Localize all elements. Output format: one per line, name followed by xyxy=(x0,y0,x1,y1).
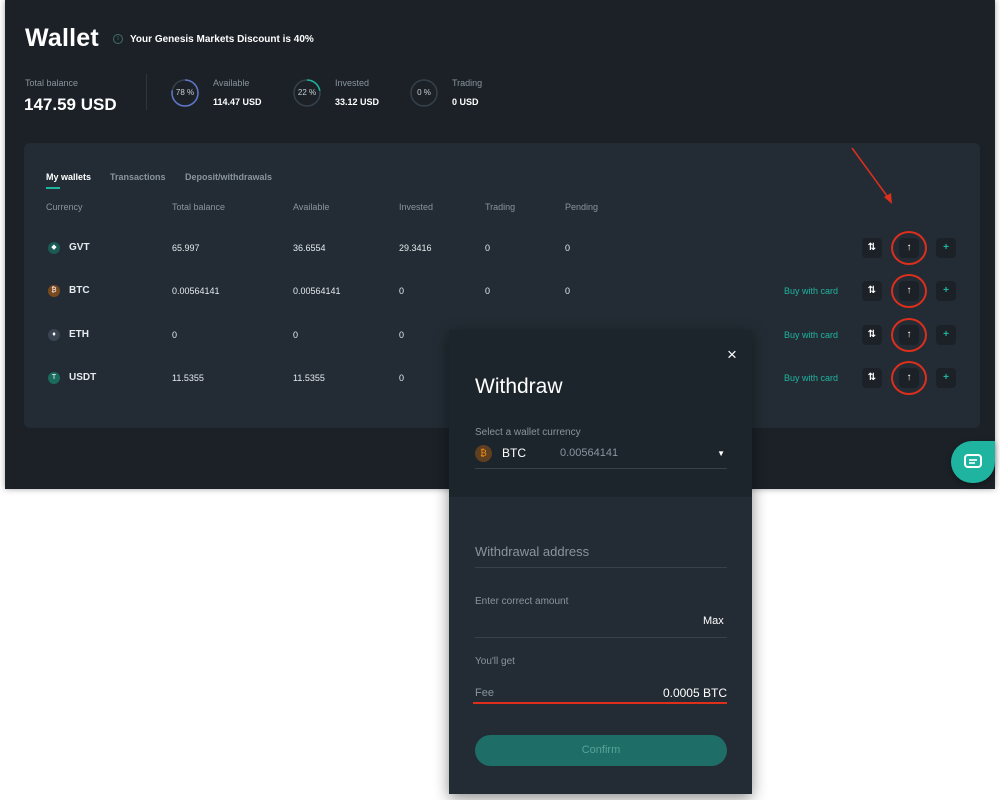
add-funds-button[interactable]: + xyxy=(936,368,956,388)
transfer-icon[interactable]: ⇅ xyxy=(862,325,882,345)
chat-button[interactable] xyxy=(951,441,995,483)
page-title: Wallet xyxy=(25,24,99,52)
withdraw-button[interactable]: ↑ xyxy=(899,325,919,345)
selected-currency: BTC xyxy=(502,446,526,460)
buy-with-card-link[interactable]: Buy with card xyxy=(784,276,838,306)
wallet-invested-cell: 0 xyxy=(399,330,405,340)
wallet-total-cell: 65.997 xyxy=(172,243,200,253)
stat-available-percent: 78 % xyxy=(175,88,195,97)
wallet-currency-select[interactable]: ₿ BTC 0.00564141 ▼ xyxy=(475,443,727,469)
withdrawal-address-input[interactable]: Withdrawal address xyxy=(475,544,589,559)
gvt-icon: ◆ xyxy=(48,242,60,254)
address-input-underline xyxy=(475,567,727,568)
wallet-row-btc: ₿ BTC 0.00564141 0.00564141 0 0 0 Buy with card… xyxy=(24,274,980,308)
column-header-total-balance: Total balance xyxy=(172,202,226,212)
amount-label: Enter correct amount xyxy=(475,596,569,607)
wallet-invested-cell: 29.3416 xyxy=(399,243,432,253)
wallet-available-cell: 0 xyxy=(293,330,299,340)
column-header-available: Available xyxy=(293,202,330,212)
transfer-icon[interactable]: ⇅ xyxy=(862,281,882,301)
wallet-currency-name: USDT xyxy=(69,372,97,383)
add-funds-button[interactable]: + xyxy=(936,281,956,301)
wallet-total-cell: 0 xyxy=(172,330,178,340)
stat-invested-value: 33.12 USD xyxy=(335,97,380,107)
wallet-available-cell: 11.5355 xyxy=(293,373,325,383)
tab-deposit-withdrawals[interactable]: Deposit/withdrawals xyxy=(185,172,272,182)
wallet-row-gvt: ◆ GVT 65.997 36.6554 29.3416 0 0 ⇅ ↑ + xyxy=(24,231,980,265)
close-icon[interactable]: × xyxy=(725,346,739,363)
confirm-button[interactable]: Confirm xyxy=(475,735,727,766)
wallet-invested-cell: 0 xyxy=(399,286,405,296)
wallet-currency-label: Select a wallet currency xyxy=(475,427,581,438)
wallet-pending-cell: 0 xyxy=(565,243,571,253)
tab-my-wallets[interactable]: My wallets xyxy=(46,172,91,182)
bitcoin-icon: ₿ xyxy=(475,445,492,462)
column-header-trading: Trading xyxy=(485,202,516,212)
fee-label: Fee xyxy=(475,687,494,699)
youll-get-label: You'll get xyxy=(475,656,515,667)
stat-available-label: Available xyxy=(213,78,250,88)
chat-icon xyxy=(964,454,982,468)
fee-highlight-underline xyxy=(473,702,727,704)
total-balance-value: 147.59 USD xyxy=(24,95,117,114)
transfer-icon[interactable]: ⇅ xyxy=(862,238,882,258)
column-header-pending: Pending xyxy=(565,202,599,212)
stat-invested-percent: 22 % xyxy=(297,88,317,97)
wallet-available-cell: 36.6554 xyxy=(293,243,326,253)
wallet-currency-name: BTC xyxy=(69,285,90,296)
total-balance-label: Total balance xyxy=(25,78,79,88)
discount-text: Your Genesis Markets Discount is 40% xyxy=(130,34,314,45)
stat-available-value: 114.47 USD xyxy=(213,97,262,107)
wallet-currency-name: GVT xyxy=(69,242,90,253)
wallet-invested-cell: 0 xyxy=(399,373,405,383)
tether-icon: T xyxy=(48,372,60,384)
chevron-down-icon: ▼ xyxy=(717,449,725,458)
amount-input-underline xyxy=(475,637,727,638)
wallet-currency-name: ETH xyxy=(69,329,89,340)
column-header-currency: Currency xyxy=(46,202,83,212)
active-tab-underline xyxy=(46,187,60,189)
bitcoin-icon: ₿ xyxy=(48,285,60,297)
withdraw-button[interactable]: ↑ xyxy=(899,368,919,388)
wallet-total-cell: 0.00564141 xyxy=(172,286,220,296)
wallet-available-cell: 0.00564141 xyxy=(293,286,341,296)
buy-with-card-link[interactable]: Buy with card xyxy=(784,363,838,393)
wallet-total-cell: 11.5355 xyxy=(172,373,204,383)
fee-value: 0.0005 BTC xyxy=(662,686,727,700)
column-header-invested: Invested xyxy=(399,202,434,212)
balance-divider xyxy=(146,74,147,110)
stat-trading-label: Trading xyxy=(452,78,483,88)
buy-with-card-link[interactable]: Buy with card xyxy=(784,320,838,350)
transfer-icon[interactable]: ⇅ xyxy=(862,368,882,388)
withdraw-modal-header xyxy=(449,330,752,497)
tab-transactions[interactable]: Transactions xyxy=(110,172,166,182)
stat-trading-percent: 0 % xyxy=(417,88,431,97)
wallet-pending-cell: 0 xyxy=(565,286,571,296)
withdraw-modal: × Withdraw Select a wallet currency ₿ BT… xyxy=(449,330,752,794)
ethereum-icon: ♦ xyxy=(48,329,60,341)
wallet-trading-cell: 0 xyxy=(485,243,491,253)
annotation-arrow xyxy=(851,147,892,204)
add-funds-button[interactable]: + xyxy=(936,325,956,345)
info-icon[interactable]: i xyxy=(113,34,123,44)
add-funds-button[interactable]: + xyxy=(936,238,956,258)
stat-invested-label: Invested xyxy=(335,78,370,88)
wallet-trading-cell: 0 xyxy=(485,286,491,296)
selected-currency-balance: 0.00564141 xyxy=(560,447,619,459)
withdraw-button[interactable]: ↑ xyxy=(899,281,919,301)
stat-trading-value: 0 USD xyxy=(452,97,479,107)
modal-title: Withdraw xyxy=(475,375,563,398)
max-button[interactable]: Max xyxy=(703,615,724,627)
withdraw-button[interactable]: ↑ xyxy=(899,238,919,258)
